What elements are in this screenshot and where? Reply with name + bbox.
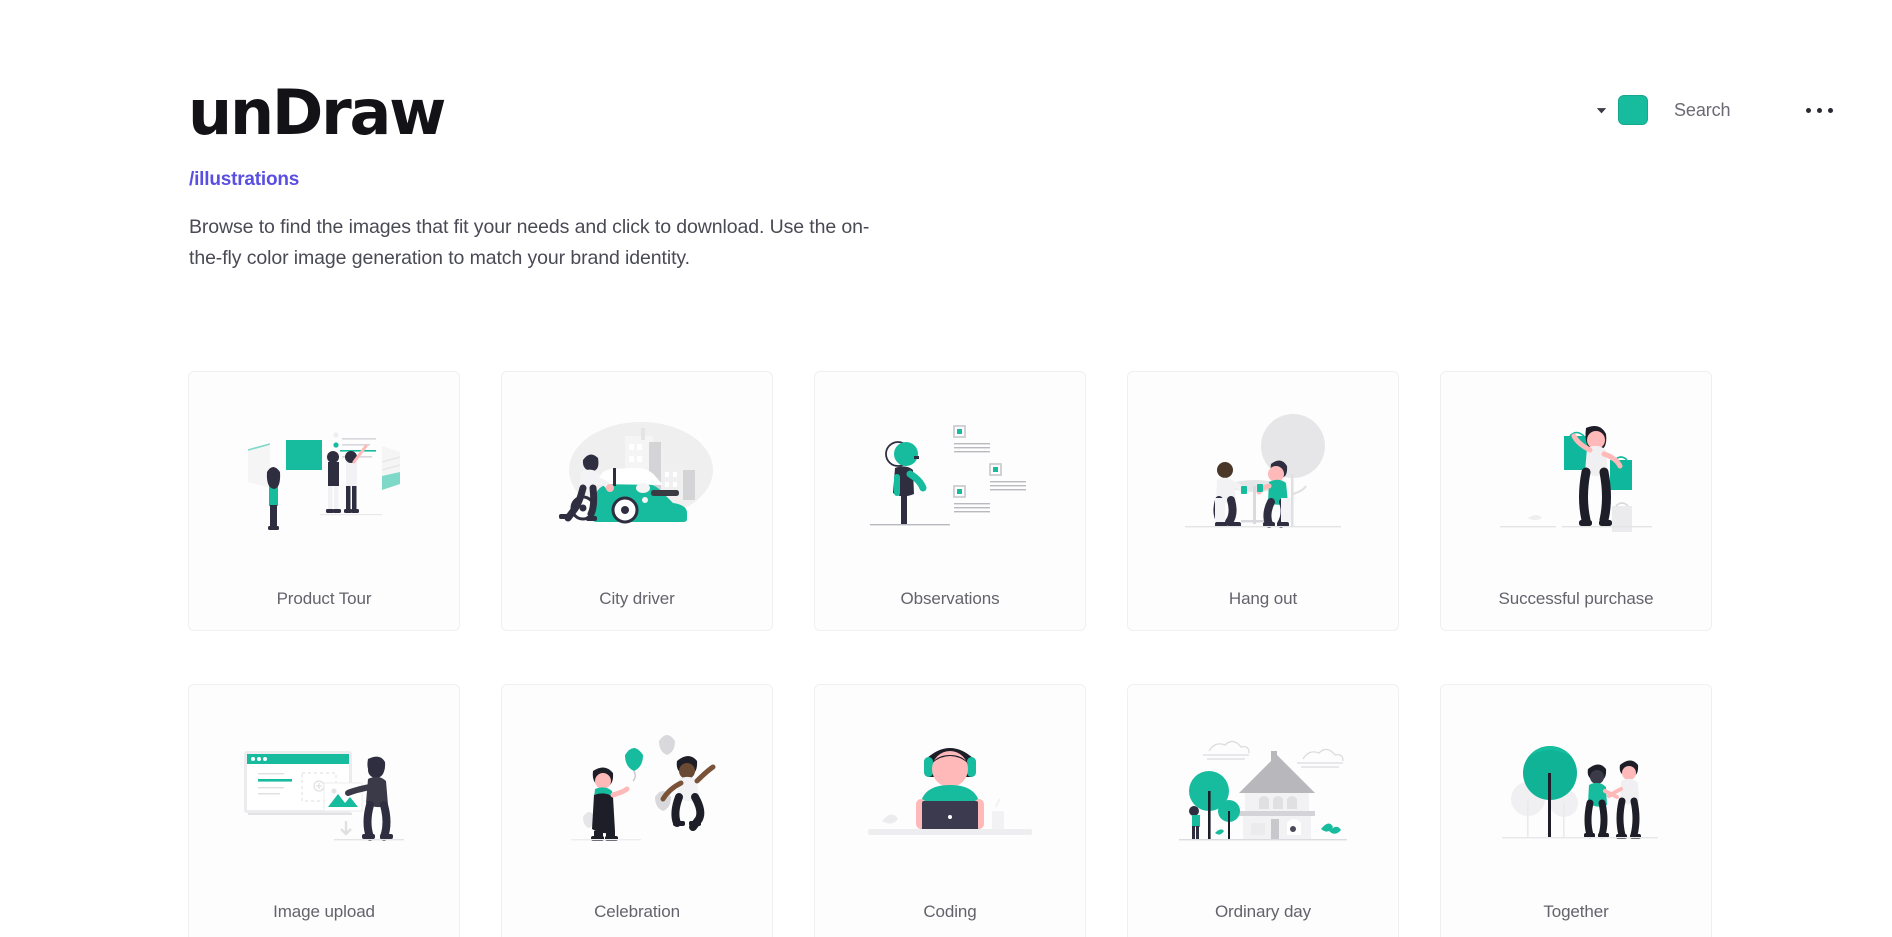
page-title: unDraw [188,76,446,149]
ordinary-day-illustration [1128,685,1398,881]
ellipsis-dot [1805,107,1811,113]
observations-illustration [815,372,1085,568]
ellipsis-dot [1816,107,1822,113]
intro-description: Browse to find the images that fit your … [189,216,870,269]
illustration-card-city-driver[interactable]: City driver [501,371,773,631]
illustration-card-ordinary-day[interactable]: Ordinary day [1127,684,1399,937]
illustration-card-coding[interactable]: Coding [814,684,1086,937]
celebration-illustration [502,685,772,881]
product-tour-illustration [189,372,459,568]
search-input[interactable] [1674,99,1784,121]
ellipsis-icon[interactable] [1802,97,1836,123]
illustration-card-together[interactable]: Together [1440,684,1712,937]
image-upload-illustration [189,685,459,881]
illustration-grid: Product Tour City driver Observations Ha… [188,371,1713,937]
ellipsis-dot [1827,107,1833,113]
illustration-card-observations[interactable]: Observations [814,371,1086,631]
color-swatch-icon[interactable] [1618,95,1648,125]
chevron-down-icon[interactable] [1590,99,1612,121]
breadcrumb[interactable]: /illustrations [189,169,299,191]
card-label: Product Tour [276,589,372,608]
card-label: Together [1543,902,1609,921]
coding-illustration [815,685,1085,881]
illustration-card-successful-purchase[interactable]: Successful purchase [1440,371,1712,631]
page-header: unDraw /illustrations Browse to find the… [0,0,1892,269]
together-illustration [1441,685,1711,881]
card-label: Observations [900,589,1000,608]
illustration-card-celebration[interactable]: Celebration [501,684,773,937]
illustration-card-hang-out[interactable]: Hang out [1127,371,1399,631]
card-label: Coding [923,902,977,921]
hang-out-illustration [1128,372,1398,568]
successful-purchase-illustration [1441,372,1711,568]
card-label: Successful purchase [1498,589,1654,608]
header-controls [1590,95,1836,125]
illustration-card-product-tour[interactable]: Product Tour [188,371,460,631]
card-label: Hang out [1228,589,1298,608]
undraw-illustrations-page: unDraw /illustrations Browse to find the… [0,0,1892,937]
card-label: Celebration [594,902,680,921]
card-label: City driver [599,589,675,608]
card-label: Ordinary day [1214,902,1312,921]
city-driver-illustration [502,372,772,568]
card-label: Image upload [273,902,375,921]
illustration-card-image-upload[interactable]: Image upload [188,684,460,937]
